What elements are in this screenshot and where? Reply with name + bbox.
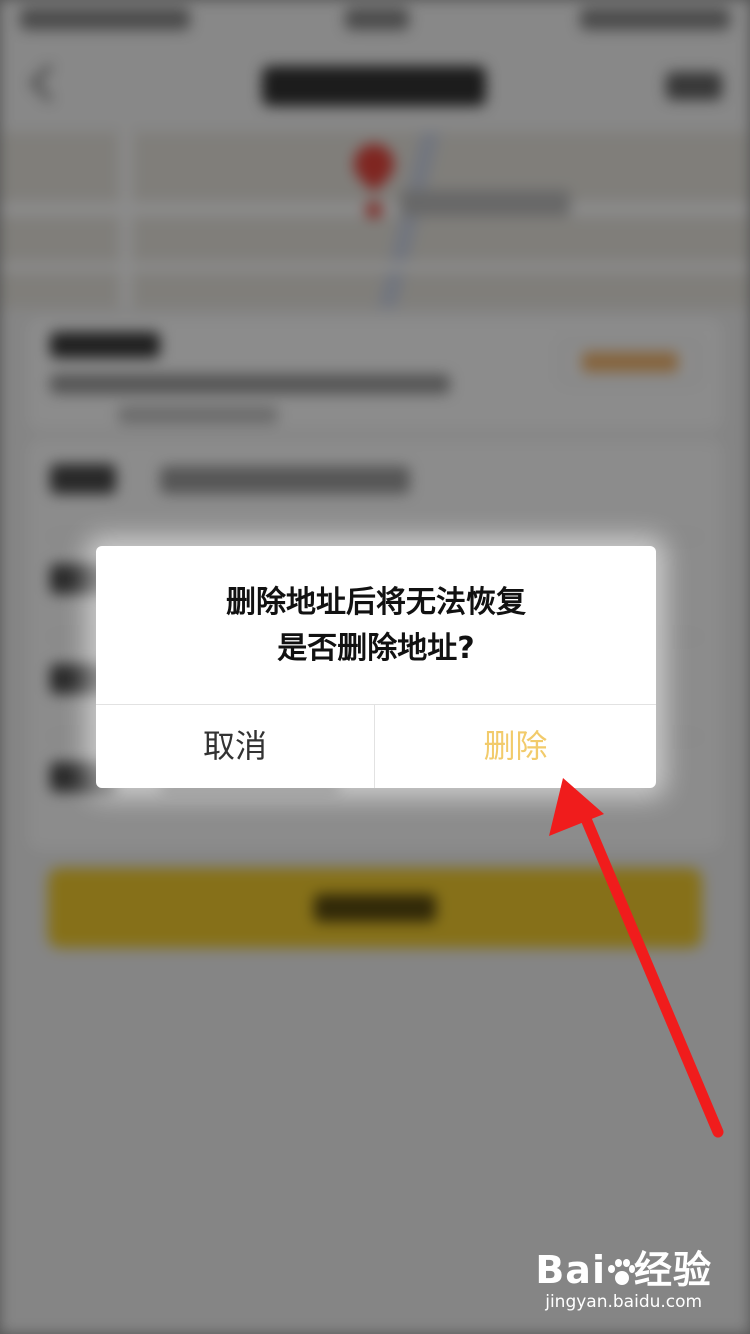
watermark-logo-right: 经验	[633, 1248, 712, 1292]
baidu-jingyan-watermark: Bai 经验 jingyan.baidu.com	[535, 1250, 712, 1314]
watermark-url: jingyan.baidu.com	[545, 1292, 703, 1312]
cancel-button[interactable]: 取消	[96, 705, 374, 788]
dialog-message-line1: 删除地址后将无法恢复	[226, 585, 526, 620]
paw-icon	[606, 1258, 635, 1287]
dialog-message-line2: 是否删除地址?	[277, 631, 475, 666]
delete-confirm-dialog: 删除地址后将无法恢复 是否删除地址? 取消 删除	[96, 546, 656, 788]
watermark-logo: Bai 经验	[535, 1250, 712, 1290]
delete-button[interactable]: 删除	[375, 705, 656, 788]
watermark-logo-left: Bai	[535, 1248, 606, 1292]
dialog-message: 删除地址后将无法恢复 是否删除地址?	[96, 580, 656, 672]
